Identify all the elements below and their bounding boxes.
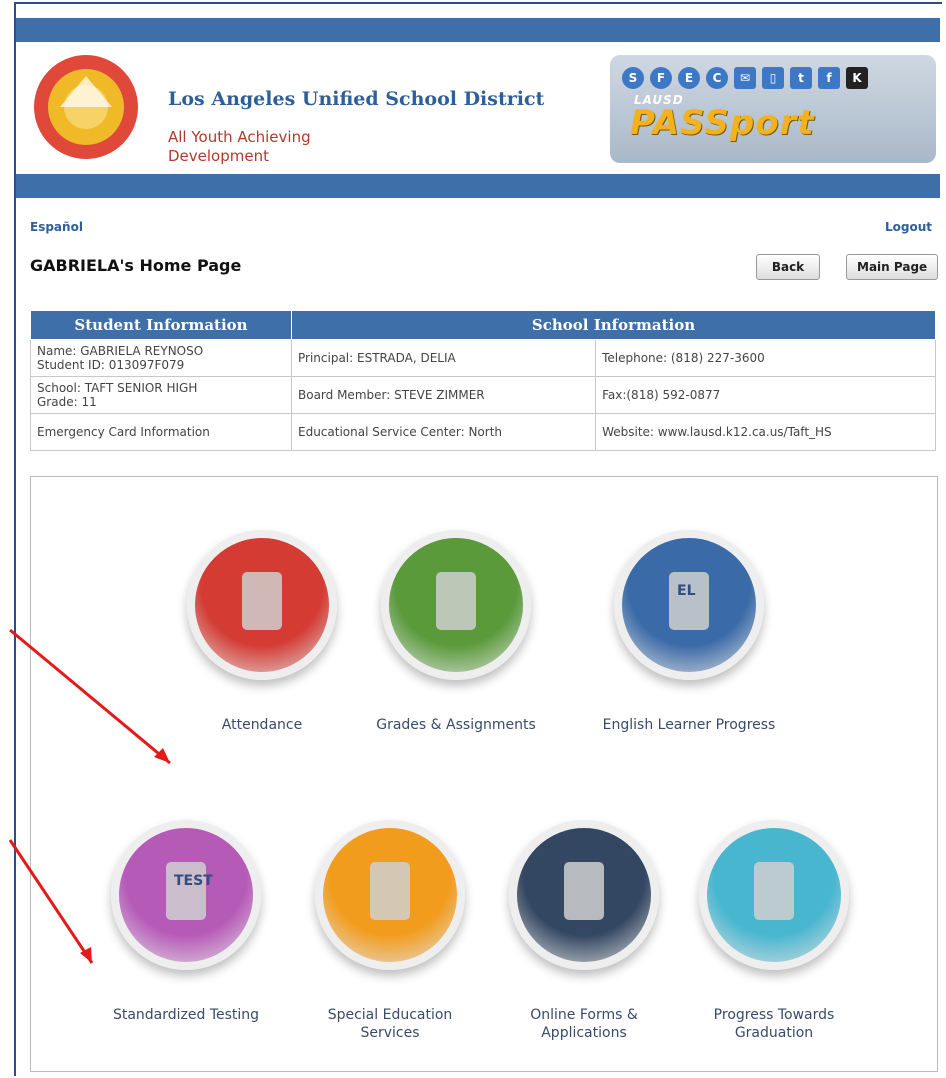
- table-row: Name: GABRIELA REYNOSO Student ID: 01309…: [30, 339, 936, 377]
- tile-label[interactable]: Grades & Assignments: [366, 716, 546, 734]
- tile-test-tablet[interactable]: TEST Standardized Testing: [96, 820, 276, 1024]
- forms-computer-icon[interactable]: [509, 820, 659, 970]
- tagline: All Youth Achieving Development: [168, 128, 311, 165]
- facebook-icon[interactable]: f: [818, 67, 840, 89]
- graduate-icon[interactable]: [699, 820, 849, 970]
- tile-person-raising-hand[interactable]: Attendance: [172, 530, 352, 734]
- passport-icon-row[interactable]: S F E C ✉ ▯ t f K: [622, 67, 868, 89]
- s-icon[interactable]: S: [622, 67, 644, 89]
- back-button[interactable]: Back: [756, 254, 820, 280]
- table-row: Emergency Card Information Educational S…: [30, 413, 936, 451]
- logout-link[interactable]: Logout: [885, 220, 932, 234]
- k-icon[interactable]: K: [846, 67, 868, 89]
- tile-label[interactable]: Standardized Testing: [96, 1006, 276, 1024]
- tile-puzzle[interactable]: Special Education Services: [300, 820, 480, 1042]
- board-member-cell: Board Member: STEVE ZIMMER: [290, 376, 597, 414]
- passport-banner: S F E C ✉ ▯ t f K LAUSD PASSport: [610, 55, 936, 163]
- test-tablet-icon[interactable]: TEST: [111, 820, 261, 970]
- twitter-icon[interactable]: t: [790, 67, 812, 89]
- tile-label[interactable]: English Learner Progress: [599, 716, 779, 734]
- tile-label[interactable]: Attendance: [172, 716, 352, 734]
- main-page-button[interactable]: Main Page: [846, 254, 939, 280]
- school-info-header: School Information: [291, 310, 936, 340]
- el-book-icon[interactable]: EL: [614, 530, 764, 680]
- student-info-header: Student Information: [30, 310, 292, 340]
- passport-logo-text: PASSport: [630, 103, 815, 143]
- info-table: Student Information School Information N…: [30, 310, 936, 451]
- tile-label[interactable]: Online Forms & Applications: [494, 1006, 674, 1042]
- school-cell: School: TAFT SENIOR HIGH Grade: 11: [30, 376, 292, 414]
- language-link[interactable]: Español: [30, 220, 83, 234]
- tile-badge: EL: [677, 583, 696, 599]
- c-icon[interactable]: C: [706, 67, 728, 89]
- tile-graduate[interactable]: Progress Towards Graduation: [684, 820, 864, 1042]
- page-title: GABRIELA's Home Page: [30, 256, 242, 275]
- service-center-cell: Educational Service Center: North: [290, 413, 597, 451]
- fax-cell: Fax:(818) 592-0877: [595, 376, 936, 414]
- tile-badge: TEST: [174, 873, 213, 889]
- divider-bar: [16, 174, 940, 198]
- f-icon[interactable]: F: [650, 67, 672, 89]
- org-name: Los Angeles Unified School District: [168, 88, 545, 110]
- tile-label[interactable]: Progress Towards Graduation: [684, 1006, 864, 1042]
- header-bar: [16, 18, 940, 42]
- student-name-cell: Name: GABRIELA REYNOSO Student ID: 01309…: [30, 339, 292, 377]
- district-seal-icon: [34, 55, 138, 159]
- graded-paper-icon[interactable]: [381, 530, 531, 680]
- table-header-row: Student Information School Information: [30, 310, 936, 340]
- e-icon[interactable]: E: [678, 67, 700, 89]
- puzzle-icon[interactable]: [315, 820, 465, 970]
- telephone-cell: Telephone: (818) 227-3600: [595, 339, 936, 377]
- table-row: School: TAFT SENIOR HIGH Grade: 11 Board…: [30, 376, 936, 414]
- tile-graded-paper[interactable]: Grades & Assignments: [366, 530, 546, 734]
- tile-label[interactable]: Special Education Services: [300, 1006, 480, 1042]
- website-cell: Website: www.lausd.k12.ca.us/Taft_HS: [595, 413, 936, 451]
- principal-cell: Principal: ESTRADA, DELIA: [290, 339, 597, 377]
- tile-el-book[interactable]: EL English Learner Progress: [599, 530, 779, 734]
- tile-forms-computer[interactable]: Online Forms & Applications: [494, 820, 674, 1042]
- emergency-card-link[interactable]: Emergency Card Information: [30, 413, 292, 451]
- mail-icon[interactable]: ✉: [734, 67, 756, 89]
- passport-logo: LAUSD PASSport: [630, 93, 815, 143]
- person-raising-hand-icon[interactable]: [187, 530, 337, 680]
- passport-small: LAUSD: [634, 93, 684, 107]
- ipad-icon[interactable]: ▯: [762, 67, 784, 89]
